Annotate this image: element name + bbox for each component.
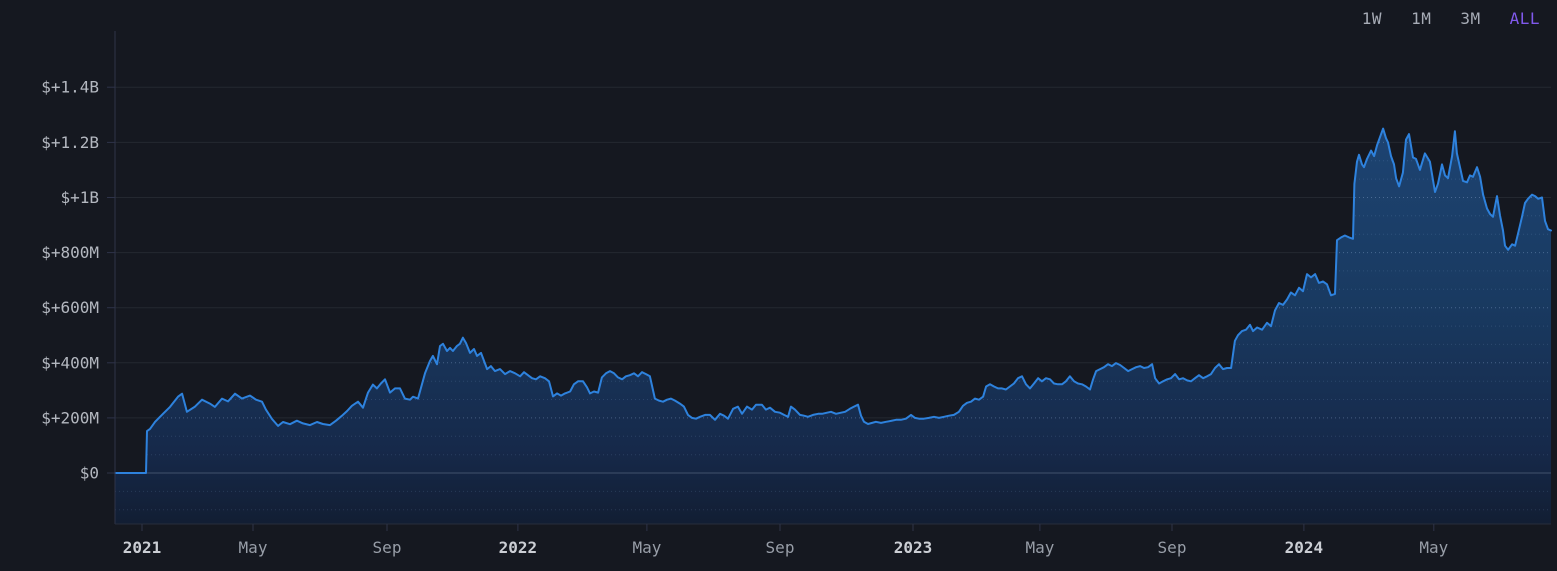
y-axis-label: $+1.2B [41,133,99,152]
range-button-all[interactable]: ALL [1509,8,1541,30]
y-axis-label: $+200M [41,408,99,427]
range-selector: 1W 1M 3M ALL [1361,8,1541,30]
x-axis-month-label: May [632,538,661,557]
x-axis-year-label: 2021 [123,538,162,557]
y-axis-label: $+800M [41,243,99,262]
y-axis-label: $+1B [60,188,99,207]
range-button-1m[interactable]: 1M [1410,8,1432,30]
x-axis-month-label: Sep [373,538,402,557]
range-button-1w[interactable]: 1W [1361,8,1383,30]
x-axis-month-label: Sep [766,538,795,557]
range-button-3m[interactable]: 3M [1459,8,1481,30]
y-axis-label: $0 [80,464,99,483]
x-axis-month-label: Sep [1158,538,1187,557]
plot-area[interactable] [115,31,1551,524]
y-axis-label: $+400M [41,353,99,372]
y-axis-label: $+600M [41,298,99,317]
chart-canvas[interactable]: $+1.4B $+1.2B $+1B $+800M $+600M $+400M $+200M… [0,0,1557,571]
y-axis-label: $+1.4B [41,78,99,97]
pnl-chart-panel: 1W 1M 3M ALL $+1.4B $+1.2B $+1B $+800M $+600M $+… [0,0,1557,571]
x-axis-month-label: May [239,538,268,557]
x-axis-year-label: 2022 [499,538,538,557]
x-axis-year-label: 2023 [894,538,933,557]
x-axis-month-label: May [1419,538,1448,557]
x-axis-year-label: 2024 [1285,538,1324,557]
x-axis-month-label: May [1025,538,1054,557]
